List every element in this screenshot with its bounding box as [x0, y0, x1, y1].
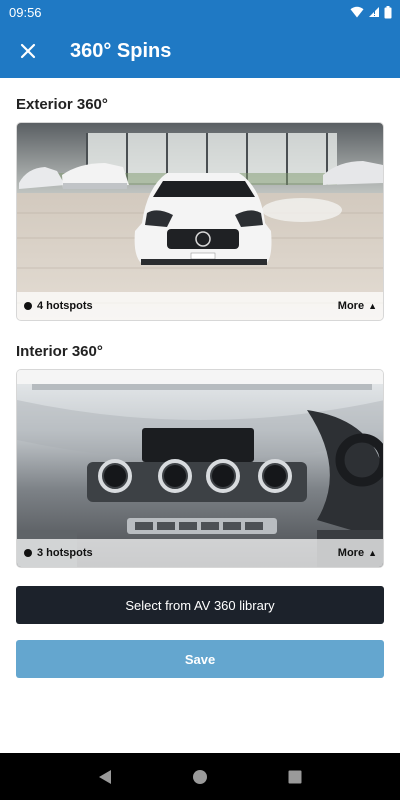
home-icon: [192, 769, 207, 784]
hotspot-dot-icon: [24, 549, 32, 557]
exterior-spin-card[interactable]: 4 hotspots More ▲: [16, 122, 384, 321]
save-button[interactable]: Save: [16, 640, 384, 678]
interior-spin-card[interactable]: 3 hotspots More ▲: [16, 369, 384, 568]
back-icon: [99, 769, 112, 784]
status-time: 09:56: [9, 4, 42, 20]
exterior-more-button[interactable]: More ▲: [338, 300, 377, 312]
screen: 09:56 360° Spins Exterior 360° 4 hotspot…: [0, 0, 400, 800]
exterior-more-label: More: [337, 300, 365, 312]
exterior-section-title: Exterior 360°: [16, 96, 108, 113]
signal-icon: [369, 7, 379, 17]
interior-hotspot-label: 3 hotspots: [37, 547, 93, 559]
system-nav-bar: [0, 753, 400, 800]
close-icon: [20, 43, 36, 59]
exterior-spin-footer: 4 hotspots More ▲: [17, 292, 383, 320]
exterior-hotspot-count: 4 hotspots: [24, 300, 93, 312]
hotspot-dot-icon: [24, 302, 32, 310]
caret-up-icon: ▲: [368, 301, 377, 311]
select-library-button[interactable]: Select from AV 360 library: [16, 586, 384, 624]
content: Exterior 360° 4 hotspots More ▲ Interior…: [0, 96, 400, 678]
interior-hotspot-count: 3 hotspots: [24, 547, 93, 559]
app-bar: 360° Spins: [0, 24, 400, 78]
page-title: 360° Spins: [70, 39, 172, 62]
caret-up-icon: ▲: [368, 548, 377, 558]
battery-icon: [384, 5, 392, 18]
status-icons: [350, 5, 392, 19]
interior-more-button[interactable]: More ▲: [338, 547, 377, 559]
interior-more-label: More: [337, 547, 365, 559]
status-bar: 09:56: [0, 0, 400, 24]
recents-icon: [288, 770, 302, 783]
wifi-icon: [350, 6, 364, 18]
close-button[interactable]: [16, 39, 40, 63]
back-button[interactable]: [95, 767, 115, 787]
interior-spin-footer: 3 hotspots More ▲: [17, 539, 383, 567]
home-button[interactable]: [190, 767, 210, 787]
interior-section-title: Interior 360°: [16, 343, 103, 360]
recents-button[interactable]: [285, 767, 305, 787]
exterior-hotspot-label: 4 hotspots: [37, 300, 93, 312]
